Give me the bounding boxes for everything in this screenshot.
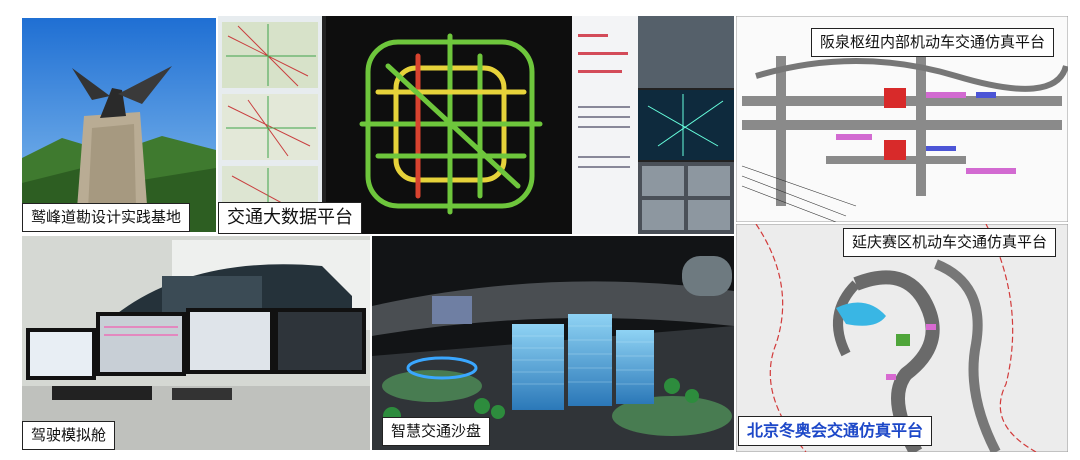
label-yanqing-zone: 延庆赛区机动车交通仿真平台 bbox=[842, 228, 1056, 257]
photo-traffic-big-data-platform: 交通大数据平台 bbox=[218, 16, 734, 234]
photo-smart-traffic-sandbox: 智慧交通沙盘 bbox=[372, 236, 734, 450]
photo-eagle-peak-base: 鹫峰道勘设计实践基地 bbox=[22, 18, 216, 232]
label-traffic-big-data: 交通大数据平台 bbox=[218, 202, 362, 234]
label-winter-olympics: 北京冬奥会交通仿真平台 bbox=[738, 416, 933, 446]
label-driving-simulator: 驾驶模拟舱 bbox=[22, 421, 116, 450]
diagram-fuquan-hub-simulation: 阪泉枢纽内部机动车交通仿真平台 bbox=[736, 16, 1068, 222]
label-fuquan-hub: 阪泉枢纽内部机动车交通仿真平台 bbox=[810, 28, 1054, 57]
map-yanqing-zone-simulation: 延庆赛区机动车交通仿真平台 北京冬奥会交通仿真平台 bbox=[736, 224, 1068, 452]
label-eagle-peak: 鹫峰道勘设计实践基地 bbox=[22, 203, 191, 232]
label-smart-sandbox: 智慧交通沙盘 bbox=[382, 417, 491, 446]
photo-driving-simulator: 驾驶模拟舱 bbox=[22, 236, 370, 450]
